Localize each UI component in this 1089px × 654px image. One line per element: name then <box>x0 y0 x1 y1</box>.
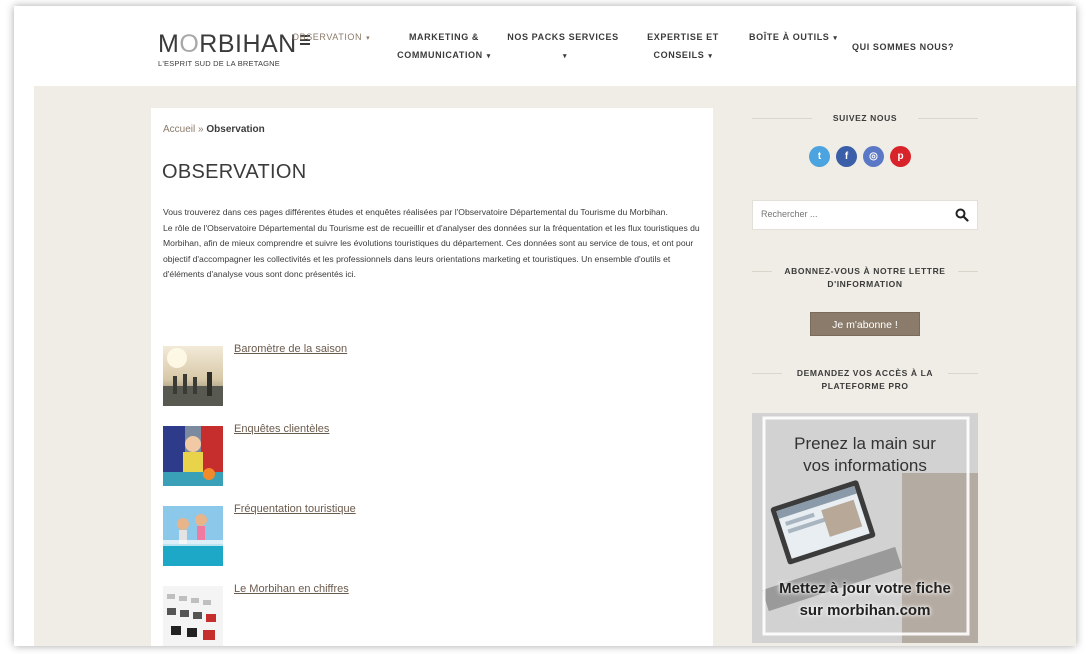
intro-text: Vous trouverez dans ces pages différente… <box>163 205 708 283</box>
chevron-down-icon: ▾ <box>486 53 491 60</box>
subscribe-button[interactable]: Je m'abonne ! <box>810 312 920 336</box>
browser-viewport: MORBIHAN L'ESPRIT SUD DE LA BRETAGNE OBS… <box>14 6 1076 646</box>
list-item-frequentation: Fréquentation touristique <box>163 503 683 568</box>
twitter-icon[interactable]: t <box>809 146 830 167</box>
breadcrumb-home-link[interactable]: Accueil <box>163 124 195 135</box>
nav-qui-sommes-nous[interactable]: QUI SOMMES NOUS? <box>852 38 954 56</box>
main-content: Accueil » Observation OBSERVATION Vous t… <box>151 108 713 646</box>
facebook-icon[interactable]: f <box>836 146 857 167</box>
nav-observation[interactable]: OBSERVATION ▾ <box>292 28 370 48</box>
frequentation-thumbnail[interactable] <box>163 506 223 566</box>
enquetes-link[interactable]: Enquêtes clientèles <box>234 423 329 435</box>
enquetes-thumbnail[interactable] <box>163 426 223 486</box>
chevron-down-icon: ▾ <box>833 35 838 42</box>
logo-tagline: L'ESPRIT SUD DE LA BRETAGNE <box>158 59 281 68</box>
frequentation-link[interactable]: Fréquentation touristique <box>234 503 356 515</box>
breadcrumb-separator: » <box>198 124 204 135</box>
follow-widget-title: SUIVEZ NOUS <box>752 112 978 125</box>
nav-expertise-conseils[interactable]: EXPERTISE ET CONSEILS ▾ <box>640 28 726 66</box>
list-item-barometre: Baromètre de la saison <box>163 343 683 408</box>
intro-paragraph-2: Le rôle de l'Observatoire Départemental … <box>163 222 700 280</box>
pro-platform-banner[interactable]: Prenez la main sur vos informations Mett… <box>752 413 978 643</box>
list-item-chiffres: Le Morbihan en chiffres <box>163 583 683 646</box>
site-header: MORBIHAN L'ESPRIT SUD DE LA BRETAGNE OBS… <box>14 6 1076 86</box>
nav-boite-a-outils[interactable]: BOÎTE À OUTILS ▾ <box>749 28 838 48</box>
chevron-down-icon: ▾ <box>562 53 568 60</box>
instagram-icon[interactable]: ◎ <box>863 146 884 167</box>
search-icon[interactable] <box>955 208 969 222</box>
chevron-down-icon: ▾ <box>366 35 371 42</box>
nav-marketing-communication[interactable]: MARKETING & COMMUNICATION ▾ <box>390 28 498 66</box>
pro-platform-widget-title: DEMANDEZ VOS ACCÈS À LA PLATEFORME PRO <box>752 367 978 393</box>
breadcrumb-current: Observation <box>206 124 265 135</box>
list-item-enquetes: Enquêtes clientèles <box>163 423 683 488</box>
barometre-link[interactable]: Baromètre de la saison <box>234 343 347 355</box>
newsletter-widget-title: ABONNEZ-VOUS À NOTRE LETTRE D'INFORMATIO… <box>752 265 978 291</box>
chevron-down-icon: ▾ <box>708 53 713 60</box>
logo-wordmark: MORBIHAN <box>158 32 310 57</box>
page-title: OBSERVATION <box>162 161 307 183</box>
chiffres-thumbnail[interactable] <box>163 586 223 646</box>
promo-cta-text: Mettez à jour votre fiche sur morbihan.c… <box>779 580 951 619</box>
breadcrumb: Accueil » Observation <box>163 124 265 135</box>
site-logo[interactable]: MORBIHAN L'ESPRIT SUD DE LA BRETAGNE <box>158 32 310 68</box>
search-form <box>752 200 978 230</box>
nav-packs-services[interactable]: NOS PACKS SERVICES ▾ <box>504 28 622 66</box>
promo-headline: Prenez la main sur vos informations <box>794 434 936 475</box>
barometre-thumbnail[interactable] <box>163 346 223 406</box>
pinterest-icon[interactable]: p <box>890 146 911 167</box>
chiffres-link[interactable]: Le Morbihan en chiffres <box>234 583 349 595</box>
search-input[interactable] <box>761 209 941 219</box>
intro-paragraph-1: Vous trouverez dans ces pages différente… <box>163 207 668 217</box>
